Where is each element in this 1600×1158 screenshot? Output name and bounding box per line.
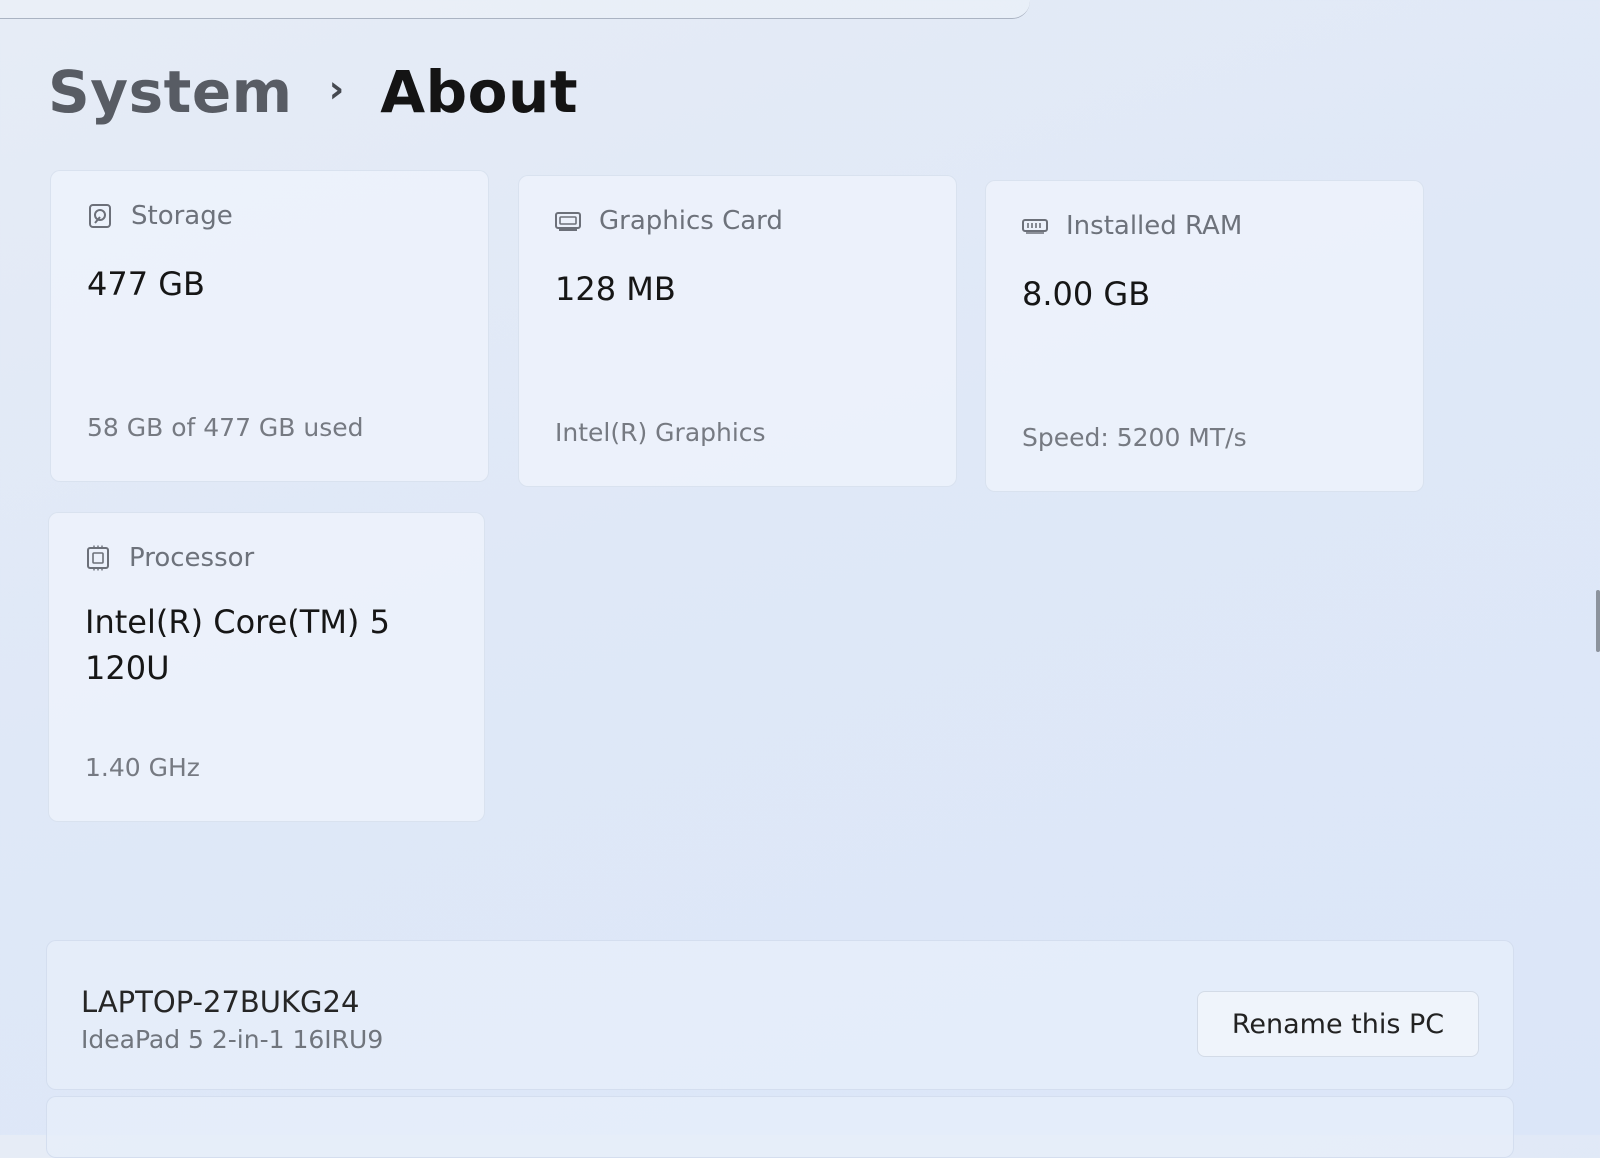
ram-value: 8.00 GB <box>1022 275 1151 313</box>
processor-title: Processor <box>129 543 255 573</box>
chevron-right-icon: › <box>328 67 345 111</box>
breadcrumb: System › About <box>48 52 578 132</box>
storage-icon <box>87 203 113 229</box>
breadcrumb-system[interactable]: System <box>48 58 293 126</box>
ram-title: Installed RAM <box>1066 211 1243 241</box>
storage-title: Storage <box>131 201 233 231</box>
rename-pc-button[interactable]: Rename this PC <box>1197 991 1479 1057</box>
page-title: About <box>380 58 579 126</box>
device-model: IdeaPad 5 2-in-1 16IRU9 <box>81 1025 384 1054</box>
device-name-card: LAPTOP-27BUKG24 IdeaPad 5 2-in-1 16IRU9 … <box>46 940 1514 1090</box>
storage-card: Storage 477 GB 58 GB of 477 GB used <box>50 170 489 482</box>
graphics-card-title: Graphics Card <box>599 206 783 236</box>
scrollbar-thumb[interactable] <box>1596 590 1600 652</box>
processor-detail: 1.40 GHz <box>85 753 200 782</box>
processor-icon <box>85 545 111 571</box>
ram-card: Installed RAM 8.00 GB Speed: 5200 MT/s <box>985 180 1424 492</box>
graphics-card-card: Graphics Card 128 MB Intel(R) Graphics <box>518 175 957 487</box>
graphics-card-detail: Intel(R) Graphics <box>555 418 766 447</box>
processor-card: Processor Intel(R) Core(TM) 5 120U 1.40 … <box>48 512 485 822</box>
ram-icon <box>1022 213 1048 239</box>
graphics-card-value: 128 MB <box>555 270 676 308</box>
processor-value: Intel(R) Core(TM) 5 120U <box>85 603 390 687</box>
storage-value: 477 GB <box>87 265 205 303</box>
next-section-card <box>46 1096 1514 1158</box>
storage-detail: 58 GB of 477 GB used <box>87 413 364 442</box>
graphics-card-icon <box>555 208 581 234</box>
ram-detail: Speed: 5200 MT/s <box>1022 423 1247 452</box>
device-name: LAPTOP-27BUKG24 <box>81 985 360 1019</box>
window-top-edge <box>0 0 1030 19</box>
